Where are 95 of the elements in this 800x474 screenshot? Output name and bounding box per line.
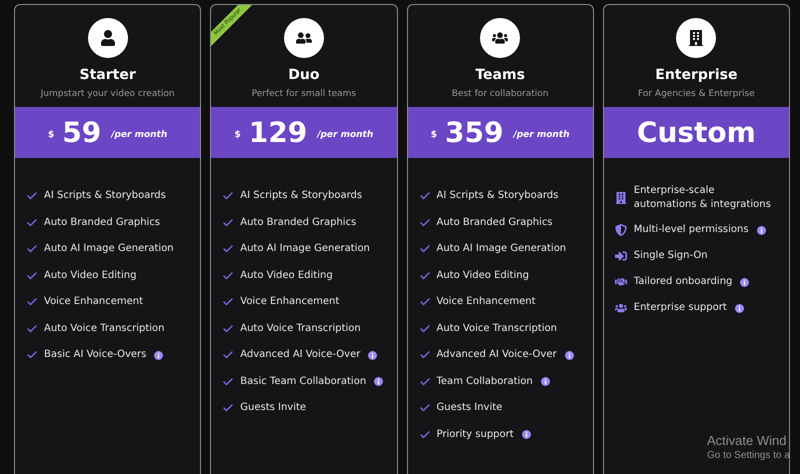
feature-text: Auto Video Editing	[44, 268, 136, 282]
notice-subtitle: Go to Settings to a	[707, 449, 790, 463]
check-icon	[26, 270, 38, 282]
check-icon	[418, 428, 430, 440]
price-amount: 59	[62, 118, 102, 146]
plan-subtitle: For Agencies & Enterprise	[638, 88, 755, 100]
check-icon	[26, 216, 38, 228]
shield-icon	[614, 224, 627, 236]
feature-text: Auto Voice Transcription	[240, 322, 361, 336]
building-icon	[688, 30, 704, 46]
price-amount: 129	[248, 118, 308, 146]
plan-name: Teams	[475, 66, 525, 84]
feature-text: Enterprise-scale automations & integrations	[634, 184, 772, 212]
check-icon	[222, 270, 234, 282]
feature-text: AI Scripts & Storyboards	[44, 189, 166, 203]
info-icon[interactable]	[522, 430, 531, 439]
check-icon	[26, 296, 38, 308]
check-icon	[26, 190, 38, 202]
check-icon	[418, 270, 430, 282]
info-icon[interactable]	[540, 377, 550, 386]
feature-text: Voice Enhancement	[436, 295, 536, 309]
sign-in-icon	[614, 250, 627, 262]
feature-text: Auto Branded Graphics	[240, 216, 356, 230]
currency-symbol: $	[48, 128, 54, 142]
check-icon	[26, 322, 38, 334]
check-icon	[418, 402, 430, 414]
handshake-icon	[614, 276, 627, 288]
check-icon	[222, 216, 234, 228]
feature-text: AI Scripts & Storyboards	[436, 189, 558, 203]
feature-text: Voice Enhancement	[240, 295, 340, 309]
plan-name: Duo	[288, 66, 320, 84]
plan-subtitle: Perfect for small teams	[252, 88, 356, 100]
plan-name: Enterprise	[655, 66, 738, 84]
price-amount: Custom	[636, 118, 756, 146]
feature-text: Guests Invite	[436, 401, 502, 415]
info-icon[interactable]	[756, 226, 766, 234]
user-icon	[100, 30, 116, 46]
currency-symbol: $	[234, 128, 241, 142]
feature-text: Auto Voice Transcription	[436, 322, 558, 336]
feature-text: Auto AI Image Generation	[240, 242, 370, 256]
group-icon	[614, 302, 627, 314]
group-icon	[492, 30, 508, 46]
feature-text: Basic AI Voice-Overs	[44, 348, 146, 362]
plan-subtitle: Jumpstart your video creation	[40, 88, 175, 100]
feature-text: Voice Enhancement	[44, 295, 144, 309]
plan-subtitle: Best for collaboration	[452, 88, 548, 100]
check-icon	[222, 296, 234, 308]
check-icon	[418, 243, 430, 255]
feature-text: Enterprise support	[634, 301, 727, 315]
check-icon	[418, 376, 430, 388]
info-icon[interactable]	[564, 350, 574, 360]
info-icon[interactable]	[368, 350, 378, 360]
check-icon	[418, 216, 430, 228]
info-icon[interactable]	[374, 377, 384, 386]
notice-title: Activate Wind	[707, 433, 788, 449]
check-icon	[26, 349, 38, 361]
info-icon[interactable]	[740, 278, 750, 286]
feature-text: Auto Video Editing	[436, 268, 529, 282]
check-icon	[222, 349, 234, 361]
check-icon	[222, 190, 234, 202]
feature-text: Multi-level permissions	[634, 223, 749, 237]
feature-text: Team Collaboration	[436, 374, 533, 388]
plan-name: Starter	[80, 66, 136, 84]
check-icon	[418, 349, 430, 361]
feature-text: Auto Branded Graphics	[436, 216, 553, 230]
feature-text: Basic Team Collaboration	[240, 374, 366, 388]
check-icon	[418, 322, 430, 334]
feature-text: Priority support	[436, 428, 514, 442]
feature-text: Advanced AI Voice-Over	[436, 348, 557, 362]
feature-text: Advanced AI Voice-Over	[240, 348, 360, 362]
feature-text: Auto AI Image Generation	[44, 242, 174, 256]
price-period: /per month	[317, 128, 374, 142]
feature-text: Tailored onboarding	[634, 275, 732, 289]
feature-text: Auto Video Editing	[240, 268, 333, 282]
price-period: /per month	[111, 128, 168, 142]
feature-text: Auto Voice Transcription	[44, 322, 165, 336]
two-users-icon	[296, 30, 312, 46]
check-icon	[418, 190, 430, 202]
check-icon	[418, 296, 430, 308]
currency-symbol: $	[430, 128, 437, 142]
feature-text: Auto Branded Graphics	[44, 216, 160, 230]
check-icon	[222, 243, 234, 255]
price-period: /per month	[513, 128, 570, 142]
check-icon	[222, 402, 234, 414]
check-icon	[26, 243, 38, 255]
price-amount: 359	[444, 118, 504, 146]
feature-text: Guests Invite	[240, 401, 306, 415]
info-icon[interactable]	[734, 304, 744, 312]
feature-text: AI Scripts & Storyboards	[240, 189, 362, 203]
building-icon	[614, 192, 627, 204]
check-icon	[222, 376, 234, 388]
feature-text: Single Sign-On	[634, 249, 708, 263]
feature-text: Auto AI Image Generation	[436, 242, 566, 256]
info-icon[interactable]	[154, 350, 164, 360]
check-icon	[222, 322, 234, 334]
